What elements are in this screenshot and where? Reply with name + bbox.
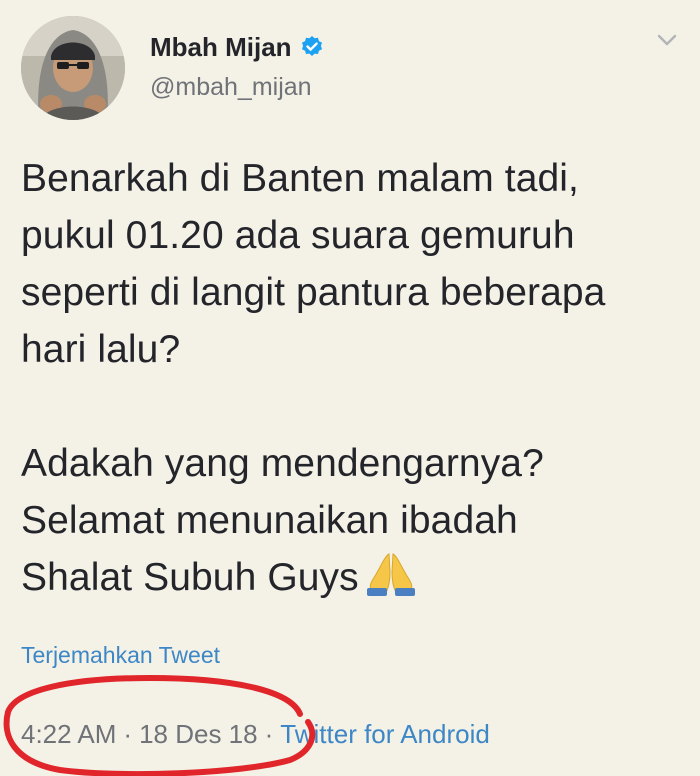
- author-handle[interactable]: @mbah_mijan: [150, 72, 312, 102]
- tweet-meta: 4:22 AM · 18 Des 18 · Twitter for Android: [21, 716, 490, 752]
- meta-separator: ·: [264, 719, 274, 749]
- tweet-card: Mbah Mijan @mbah_mijan Benarkah di Bante…: [0, 0, 700, 776]
- tweet-date[interactable]: 18 Des 18: [139, 719, 258, 749]
- author-display-name[interactable]: Mbah Mijan: [150, 32, 292, 62]
- tweet-time[interactable]: 4:22 AM: [21, 719, 116, 749]
- translate-tweet-link[interactable]: Terjemahkan Tweet: [21, 640, 220, 670]
- folded-hands-icon: [365, 552, 417, 612]
- tweet-paragraph-1: Benarkah di Banten malam tadi, pukul 01.…: [21, 157, 606, 371]
- tweet-paragraph-2: Adakah yang mendengarnya? Selamat menuna…: [21, 442, 544, 599]
- author-avatar[interactable]: [21, 16, 125, 120]
- tweet-text: Benarkah di Banten malam tadi, pukul 01.…: [21, 150, 686, 612]
- verified-badge-icon: [300, 35, 324, 59]
- tweet-source-link[interactable]: Twitter for Android: [280, 719, 490, 749]
- meta-separator: ·: [123, 719, 133, 749]
- chevron-down-icon[interactable]: [656, 32, 678, 48]
- author-name-row: Mbah Mijan: [150, 32, 324, 62]
- avatar-photo: [21, 16, 125, 120]
